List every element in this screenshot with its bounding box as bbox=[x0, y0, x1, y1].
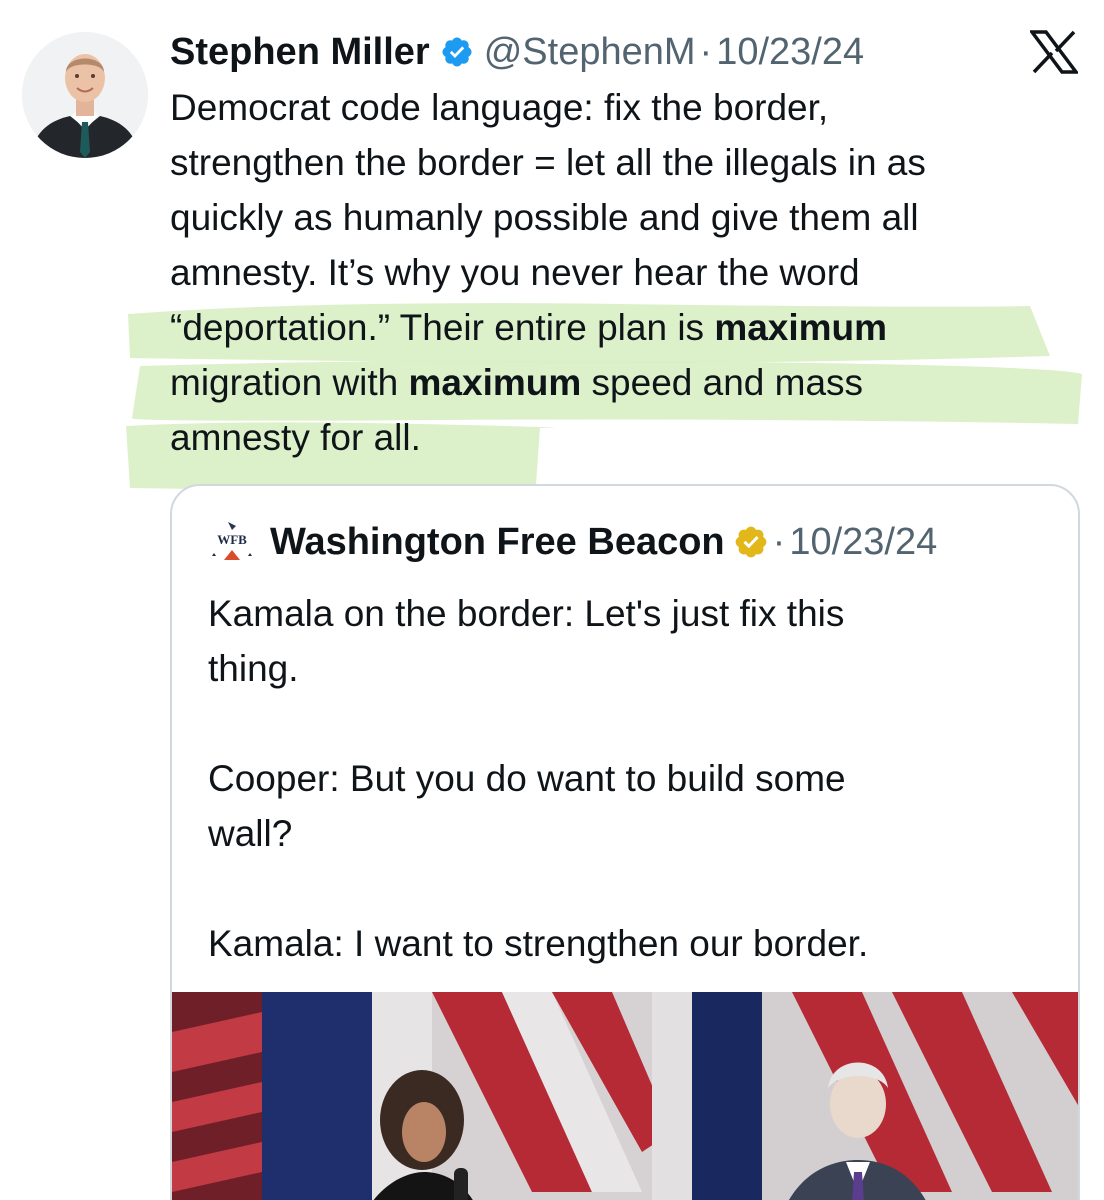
bold-text: maximum bbox=[714, 307, 888, 348]
quoted-line: wall? bbox=[208, 813, 293, 854]
avatar-photo bbox=[22, 32, 148, 158]
tweet-line-2: strengthen the border = let all the ille… bbox=[170, 142, 926, 183]
author-handle[interactable]: @StephenM bbox=[484, 31, 696, 74]
x-logo-icon bbox=[1028, 30, 1080, 74]
tweet-line-1: Democrat code language: fix the border, bbox=[170, 87, 829, 128]
tweet-line-7: amnesty for all. bbox=[170, 417, 421, 458]
tweet-line-3: quickly as humanly possible and give the… bbox=[170, 197, 919, 238]
tweet-line-6: migration with maximum speed and mass bbox=[170, 362, 864, 403]
quoted-tweet-date[interactable]: 10/23/24 bbox=[789, 521, 937, 564]
author-name[interactable]: Stephen Miller bbox=[170, 31, 430, 74]
quoted-tweet-header: WFB Washington Free Beacon · 10/23/24 bbox=[206, 516, 937, 568]
tweet-date[interactable]: 10/23/24 bbox=[716, 31, 864, 74]
bold-text: maximum bbox=[408, 362, 582, 403]
avatar[interactable] bbox=[22, 32, 148, 158]
gold-verified-badge-icon bbox=[733, 524, 769, 560]
separator-dot: · bbox=[772, 520, 786, 563]
quoted-tweet-text: Kamala on the border: Let's just fix thi… bbox=[208, 586, 1048, 971]
tweet-line-5: “deportation.” Their entire plan is maxi… bbox=[170, 307, 888, 348]
quoted-line: thing. bbox=[208, 648, 299, 689]
tweet-screenshot: Stephen Miller @StephenM · 10/23/24 Demo… bbox=[0, 0, 1104, 1200]
tweet-line-4: amnesty. It’s why you never hear the wor… bbox=[170, 252, 860, 293]
quoted-line: Kamala: I want to strengthen our border. bbox=[208, 923, 869, 964]
verified-badge-icon bbox=[440, 35, 474, 69]
quoted-media-image[interactable] bbox=[172, 992, 1080, 1200]
quoted-line: Kamala on the border: Let's just fix thi… bbox=[208, 593, 845, 634]
tweet-text: Democrat code language: fix the border, … bbox=[170, 80, 1070, 465]
separator-dot: · bbox=[699, 30, 713, 73]
svg-text:WFB: WFB bbox=[217, 532, 247, 547]
tweet-header: Stephen Miller @StephenM · 10/23/24 bbox=[170, 24, 864, 80]
quoted-tweet-card[interactable]: WFB Washington Free Beacon · 10/23/24 Ka… bbox=[170, 484, 1080, 1200]
quoted-author-name[interactable]: Washington Free Beacon bbox=[270, 521, 725, 564]
wfb-logo-icon[interactable]: WFB bbox=[206, 516, 258, 568]
quoted-line: Cooper: But you do want to build some bbox=[208, 758, 846, 799]
